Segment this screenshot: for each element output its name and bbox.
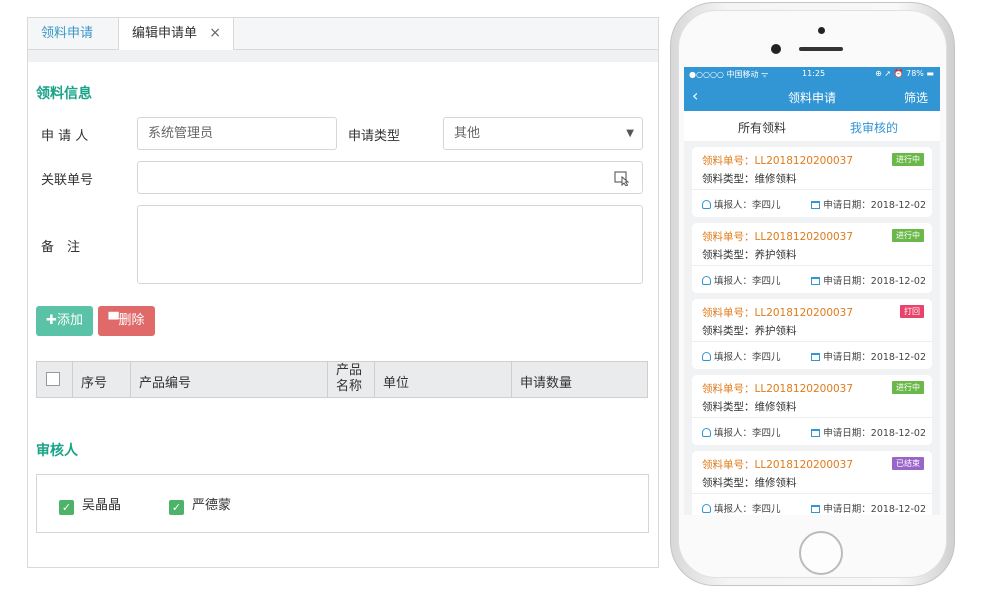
product-table-header: 序号 产品编号 产品名称 单位 申请数量	[36, 361, 648, 398]
calendar-icon	[811, 353, 821, 361]
edit-request-panel: 领料申请 编辑申请单 × 领料信息 申 请 人 系统管理员 申请类型 其他 ▼ …	[27, 17, 659, 568]
segment-all[interactable]: 所有领料	[738, 119, 786, 136]
camera	[771, 44, 781, 54]
status-badge: 打回	[900, 305, 924, 318]
user-icon	[702, 276, 711, 285]
order-number: 领料单号：LL2018120200037	[702, 155, 854, 167]
reporter: 填报人：李四儿	[702, 425, 781, 439]
segment-control: 所有领料 我审核的	[684, 111, 940, 141]
reviewer-box: ✓ 吴晶晶 ✓ 严德蒙	[36, 474, 649, 533]
list-item[interactable]: 领料单号：LL2018120200037 打回 领料类型：养护领料 填报人：李四…	[692, 299, 932, 369]
home-button[interactable]	[799, 531, 843, 575]
tab-bar: 领料申请 编辑申请单 ×	[28, 18, 658, 51]
calendar-icon	[811, 201, 821, 209]
user-icon	[702, 200, 711, 209]
status-badge: 进行中	[892, 153, 924, 166]
order-number: 领料单号：LL2018120200037	[702, 459, 854, 471]
close-icon[interactable]: ×	[209, 18, 221, 49]
tab-divider	[28, 50, 658, 62]
chevron-down-icon: ▼	[626, 128, 634, 139]
apply-date: 申请日期：2018-12-02	[811, 273, 926, 287]
add-button[interactable]: ✚添加	[36, 306, 93, 336]
reviewer-name: 严德蒙	[192, 498, 232, 513]
remark-textarea[interactable]	[137, 205, 643, 284]
calendar-icon	[811, 505, 821, 513]
apply-date: 申请日期：2018-12-02	[811, 425, 926, 439]
tab-edit-request-label: 编辑申请单	[132, 26, 198, 41]
related-label: 关联单号	[41, 173, 94, 188]
apply-date: 申请日期：2018-12-02	[811, 197, 926, 211]
reporter: 填报人：李四儿	[702, 349, 781, 363]
order-number: 领料单号：LL2018120200037	[702, 307, 854, 319]
order-type: 领料类型：养护领料	[702, 325, 797, 337]
earpiece	[799, 47, 843, 51]
select-all-cell	[37, 362, 73, 397]
section-title-reviewer: 审核人	[36, 443, 78, 459]
nav-title: 领料申请	[787, 91, 836, 105]
filter-button[interactable]: 筛选	[904, 89, 928, 106]
card-divider	[692, 341, 932, 342]
sensor-dot	[818, 27, 825, 34]
reviewer-item[interactable]: ✓ 吴晶晶	[59, 494, 121, 515]
tab-material-request[interactable]: 领料申请	[28, 18, 106, 50]
reporter: 填报人：李四儿	[702, 197, 781, 211]
order-type: 领料类型：养护领料	[702, 249, 797, 261]
card-divider	[692, 493, 932, 494]
remark-label: 备 注	[41, 240, 81, 255]
type-select-value: 其他	[454, 126, 481, 141]
applicant-field[interactable]: 系统管理员	[137, 117, 337, 150]
list-item[interactable]: 领料单号：LL2018120200037 进行中 领料类型：养护领料 填报人：李…	[692, 223, 932, 293]
order-type: 领料类型：维修领料	[702, 173, 797, 185]
reviewer-name: 吴晶晶	[82, 498, 122, 513]
user-icon	[702, 504, 711, 513]
phone-screen: ●○○○○ 中国移动 ᯤ 11:25 ⊕ ➚ ⏰ 78% ▬ ‹ 领料申请 筛选…	[684, 67, 940, 515]
list-item[interactable]: 领料单号：LL2018120200037 进行中 领料类型：维修领料 填报人：李…	[692, 375, 932, 445]
col-index: 序号	[73, 362, 131, 397]
col-quantity: 申请数量	[520, 376, 573, 391]
section-title-info: 领料信息	[36, 86, 92, 102]
status-badge: 进行中	[892, 381, 924, 394]
segment-mine[interactable]: 我审核的	[850, 119, 898, 136]
clock-text: 11:25	[802, 69, 826, 78]
order-number: 领料单号：LL2018120200037	[702, 231, 854, 243]
nav-bar: ‹ 领料申请 筛选	[684, 81, 940, 111]
list-item[interactable]: 领料单号：LL2018120200037 已结束 领料类型：维修领料 填报人：李…	[692, 451, 932, 515]
apply-date: 申请日期：2018-12-02	[811, 349, 926, 363]
battery-text: ⊕ ➚ ⏰ 78% ▬	[875, 69, 934, 78]
checkbox-checked-icon[interactable]: ✓	[59, 500, 74, 515]
order-type: 领料类型：维修领料	[702, 477, 797, 489]
carrier-text: ●○○○○ 中国移动 ᯤ	[689, 70, 769, 79]
list-item[interactable]: 领料单号：LL2018120200037 进行中 领料类型：维修领料 填报人：李…	[692, 147, 932, 217]
picker-icon[interactable]	[614, 170, 630, 186]
tab-edit-request[interactable]: 编辑申请单 ×	[118, 18, 234, 51]
applicant-label: 申 请 人	[41, 129, 89, 144]
status-bar: ●○○○○ 中国移动 ᯤ 11:25 ⊕ ➚ ⏰ 78% ▬	[684, 67, 940, 81]
col-product-code: 产品编号	[131, 362, 328, 397]
user-icon	[702, 352, 711, 361]
related-order-field[interactable]	[137, 161, 643, 194]
delete-button[interactable]: ▀删除	[98, 306, 155, 336]
col-unit: 单位	[375, 362, 512, 397]
calendar-icon	[811, 429, 821, 437]
card-divider	[692, 265, 932, 266]
reviewer-item[interactable]: ✓ 严德蒙	[169, 494, 231, 515]
status-badge: 进行中	[892, 229, 924, 242]
order-type: 领料类型：维修领料	[702, 401, 797, 413]
type-label: 申请类型	[348, 129, 401, 144]
checkbox-checked-icon[interactable]: ✓	[169, 500, 184, 515]
card-divider	[692, 189, 932, 190]
reporter: 填报人：李四儿	[702, 501, 781, 515]
order-number: 领料单号：LL2018120200037	[702, 383, 854, 395]
apply-date: 申请日期：2018-12-02	[811, 501, 926, 515]
col-product-name: 产品名称	[328, 362, 375, 397]
type-select[interactable]: 其他 ▼	[443, 117, 643, 150]
card-divider	[692, 417, 932, 418]
reporter: 填报人：李四儿	[702, 273, 781, 287]
status-badge: 已结束	[892, 457, 924, 470]
user-icon	[702, 428, 711, 437]
select-all-checkbox[interactable]	[46, 372, 60, 386]
calendar-icon	[811, 277, 821, 285]
